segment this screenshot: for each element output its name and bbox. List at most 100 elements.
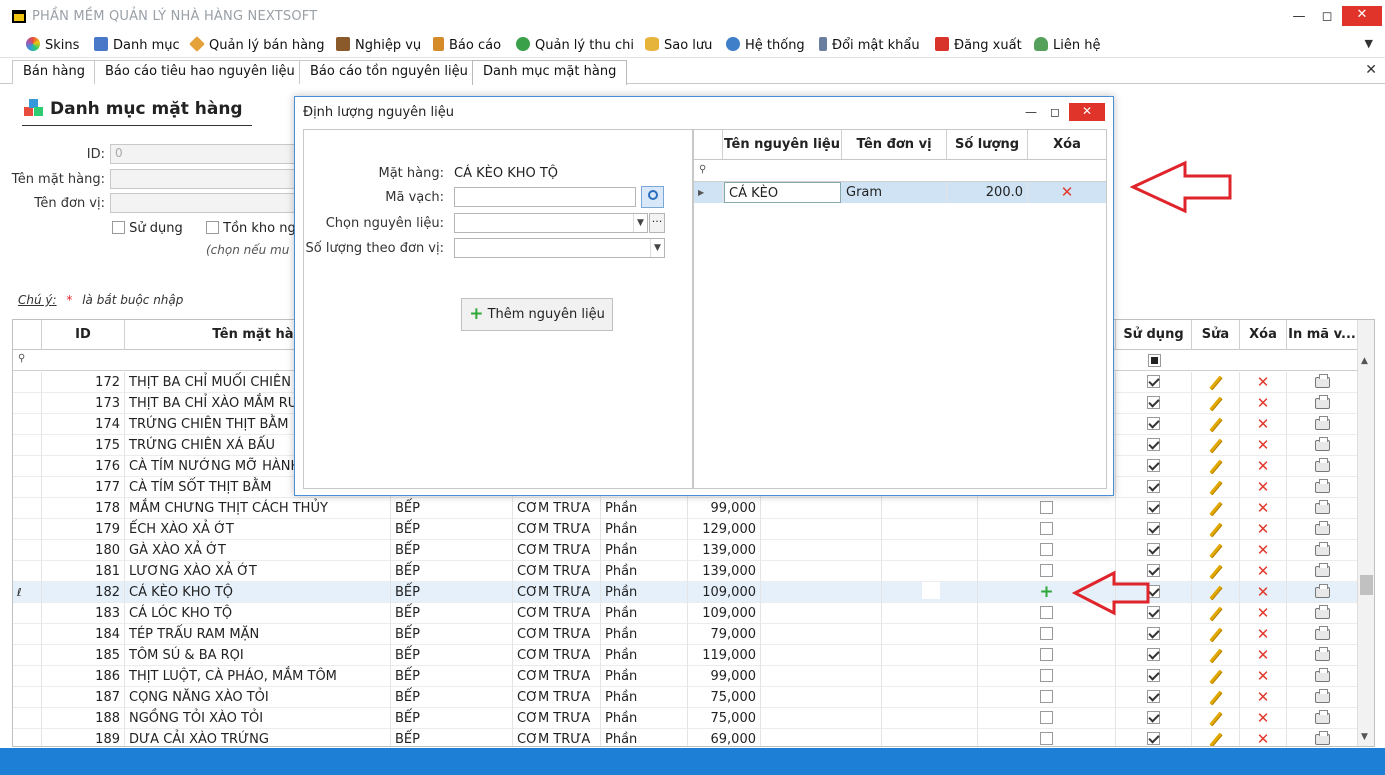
menu-danh-muc[interactable]: Danh mục — [94, 36, 180, 55]
cell-use[interactable] — [1116, 477, 1192, 498]
use-checkbox[interactable] — [1147, 711, 1160, 724]
cell-e2[interactable] — [882, 729, 978, 746]
delete-button[interactable]: ✕ — [1240, 561, 1287, 582]
cell-menu[interactable]: CƠM TRƯA — [513, 666, 601, 687]
delete-button[interactable]: ✕ — [1240, 498, 1287, 519]
ingredient-column-qty[interactable]: Số lượng — [947, 130, 1028, 160]
cell-e2[interactable] — [882, 645, 978, 666]
cell-ingredient[interactable] — [978, 645, 1116, 666]
menu-quan-ly-thu-chi[interactable]: Quản lý thu chi — [516, 36, 634, 55]
edit-button[interactable] — [1192, 498, 1240, 519]
cell-name[interactable]: GÀ XÀO XẢ ỚT — [125, 540, 391, 561]
cell-e1[interactable] — [761, 540, 882, 561]
table-row[interactable]: 183 CÁ LÓC KHO TỘ BẾP CƠM TRƯA Phần 109,000 ✕ — [13, 603, 1358, 624]
cell-use[interactable] — [1116, 372, 1192, 393]
ingredient-select[interactable]: ▼ — [454, 213, 648, 233]
column-header-use[interactable]: Sử dụng — [1116, 320, 1192, 350]
id-field[interactable]: 0 — [110, 144, 296, 164]
scroll-up-arrow[interactable]: ▲ — [1361, 356, 1368, 366]
column-header-print[interactable]: In mã v... — [1287, 320, 1358, 350]
cell-e2[interactable] — [882, 498, 978, 519]
cell-e2[interactable] — [882, 519, 978, 540]
cell-name[interactable]: NGỒNG TỎI XÀO TỎI — [125, 708, 391, 729]
delete-button[interactable]: ✕ — [1240, 729, 1287, 746]
print-barcode-button[interactable] — [1287, 624, 1358, 645]
barcode-input[interactable] — [454, 187, 636, 207]
cell-price[interactable]: 139,000 — [688, 540, 761, 561]
use-checkbox[interactable] — [1147, 438, 1160, 451]
ingredient-column-name[interactable]: Tên nguyên liệu — [723, 130, 842, 160]
delete-button[interactable]: ✕ — [1240, 414, 1287, 435]
add-ingredient-icon[interactable]: + — [1039, 584, 1053, 601]
ingredient-checkbox[interactable] — [1040, 522, 1053, 535]
cell-id[interactable]: 183 — [42, 603, 125, 624]
delete-button[interactable]: ✕ — [1240, 372, 1287, 393]
cell-ingredient[interactable] — [978, 729, 1116, 746]
cell-use[interactable] — [1116, 393, 1192, 414]
column-header-id[interactable]: ID — [42, 320, 125, 350]
delete-button[interactable]: ✕ — [1240, 624, 1287, 645]
cell-unit[interactable]: Phần — [601, 645, 688, 666]
cell-price[interactable]: 75,000 — [688, 687, 761, 708]
cell-unit[interactable]: Phần — [601, 603, 688, 624]
cell-price[interactable]: 109,000 — [688, 603, 761, 624]
cell-ingredient[interactable] — [978, 666, 1116, 687]
ingredient-checkbox[interactable] — [1040, 627, 1053, 640]
edit-button[interactable] — [1192, 561, 1240, 582]
edit-button[interactable] — [1192, 456, 1240, 477]
cell-id[interactable]: 182 — [42, 582, 125, 603]
edit-button[interactable] — [1192, 687, 1240, 708]
ingredient-checkbox[interactable] — [1040, 711, 1053, 724]
print-barcode-button[interactable] — [1287, 645, 1358, 666]
cell-menu[interactable]: CƠM TRƯA — [513, 582, 601, 603]
add-ingredient-button[interactable]: + Thêm nguyên liệu — [461, 298, 613, 331]
cell-unit[interactable]: Phần — [601, 561, 688, 582]
print-barcode-button[interactable] — [1287, 477, 1358, 498]
cell-e1[interactable] — [761, 498, 882, 519]
cell-unit[interactable]: Phần — [601, 498, 688, 519]
cell-id[interactable]: 188 — [42, 708, 125, 729]
cell-price[interactable]: 129,000 — [688, 519, 761, 540]
cell-id[interactable]: 187 — [42, 687, 125, 708]
delete-button[interactable]: ✕ — [1240, 687, 1287, 708]
edit-button[interactable] — [1192, 414, 1240, 435]
cell-use[interactable] — [1116, 414, 1192, 435]
cell-id[interactable]: 176 — [42, 456, 125, 477]
ingredient-row[interactable]: ▶ CÁ KÈO Gram 200.0 ✕ — [694, 182, 1106, 203]
cell-menu[interactable]: CƠM TRƯA — [513, 540, 601, 561]
cell-kitchen[interactable]: BẾP — [391, 603, 513, 624]
cell-id[interactable]: 177 — [42, 477, 125, 498]
cell-name[interactable]: ẾCH XÀO XẢ ỚT — [125, 519, 391, 540]
cell-price[interactable]: 119,000 — [688, 645, 761, 666]
cell-price[interactable]: 139,000 — [688, 561, 761, 582]
unit-qty-select[interactable]: ▼ — [454, 238, 665, 258]
cell-id[interactable]: 175 — [42, 435, 125, 456]
edit-button[interactable] — [1192, 729, 1240, 746]
tab-bao-cao-tieu-hao[interactable]: Báo cáo tiêu hao nguyên liệu — [94, 60, 306, 84]
cell-use[interactable] — [1116, 645, 1192, 666]
cell-ingredient[interactable] — [978, 708, 1116, 729]
delete-button[interactable]: ✕ — [1240, 603, 1287, 624]
edit-button[interactable] — [1192, 540, 1240, 561]
delete-button[interactable]: ✕ — [1240, 519, 1287, 540]
print-barcode-button[interactable] — [1287, 393, 1358, 414]
cell-use[interactable] — [1116, 666, 1192, 687]
ingredient-checkbox[interactable] — [1040, 690, 1053, 703]
use-checkbox[interactable] — [1147, 417, 1160, 430]
ingredient-checkbox[interactable] — [1040, 501, 1053, 514]
stock-checkbox[interactable]: Tồn kho ng — [206, 221, 296, 236]
cell-id[interactable]: 184 — [42, 624, 125, 645]
cell-name[interactable]: THỊT LUỘT, CÀ PHÁO, MẮM TÔM — [125, 666, 391, 687]
cell-menu[interactable]: CƠM TRƯA — [513, 708, 601, 729]
cell-e1[interactable] — [761, 561, 882, 582]
cell-e1[interactable] — [761, 519, 882, 540]
edit-button[interactable] — [1192, 393, 1240, 414]
cell-unit[interactable]: Phần — [601, 729, 688, 746]
table-row[interactable]: 189 DƯA CẢI XÀO TRỨNG BẾP CƠM TRƯA Phần 69,00… — [13, 729, 1358, 746]
use-checkbox[interactable] — [1147, 459, 1160, 472]
cell-unit[interactable]: Phần — [601, 540, 688, 561]
cell-kitchen[interactable]: BẾP — [391, 498, 513, 519]
cell-price[interactable]: 99,000 — [688, 666, 761, 687]
cell-id[interactable]: 185 — [42, 645, 125, 666]
menu-bao-cao[interactable]: Báo cáo — [433, 36, 501, 55]
